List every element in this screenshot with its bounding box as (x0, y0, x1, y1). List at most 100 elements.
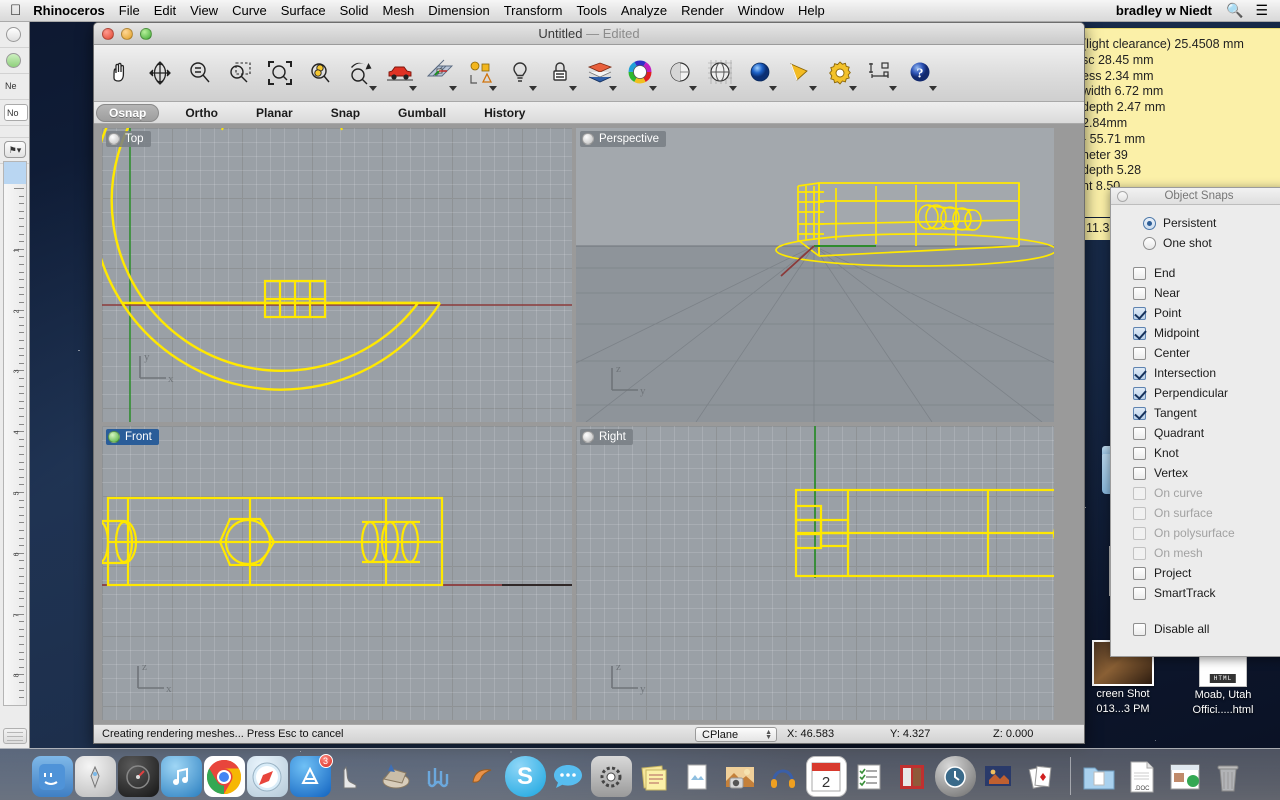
dock-item-app-store[interactable]: 3 (290, 756, 331, 797)
snap-checkbox-list[interactable]: End Near Point Midpoint Center Intersect… (1111, 257, 1280, 639)
checkbox-icon[interactable] (1133, 367, 1146, 380)
dock-item-boomerang[interactable] (462, 756, 503, 797)
menu-curve[interactable]: Curve (232, 3, 267, 18)
dock-item-photo-booth[interactable] (892, 756, 933, 797)
named-views-tool[interactable] (380, 48, 420, 98)
checkbox-end[interactable]: End (1133, 263, 1280, 283)
zoom-selected-tool[interactable] (300, 48, 340, 98)
viewport-right[interactable]: z y Right (576, 426, 1054, 720)
menu-tools[interactable]: Tools (576, 3, 606, 18)
dock-item-launchpad[interactable] (75, 756, 116, 797)
checkbox-icon[interactable] (1133, 587, 1146, 600)
macos-menubar[interactable]:  Rhinoceros File Edit View Curve Surfac… (0, 0, 1280, 22)
viewport-tab-front[interactable]: Front (106, 429, 159, 445)
checkbox-knot[interactable]: Knot (1133, 443, 1280, 463)
checkbox-quadrant[interactable]: Quadrant (1133, 423, 1280, 443)
dock-item-calendar[interactable]: 2 (806, 756, 847, 797)
object-snaps-panel[interactable]: Object Snaps Persistent One shot End Nea… (1110, 187, 1280, 657)
dock-item-messages[interactable] (548, 756, 589, 797)
lights-tool[interactable] (500, 48, 540, 98)
toggle-osnap[interactable]: Osnap (96, 104, 159, 122)
rotate-view-tool[interactable] (140, 48, 180, 98)
dock-item-preview[interactable] (677, 756, 718, 797)
dock-item-documents-folder[interactable] (1079, 756, 1120, 797)
checkbox-disable-all[interactable]: Disable all (1133, 619, 1280, 639)
scroll-pad[interactable] (3, 728, 27, 744)
toggle-history[interactable]: History (484, 106, 525, 120)
checkbox-icon[interactable] (1133, 407, 1146, 420)
viewport-top[interactable]: y x Top (102, 128, 572, 422)
menu-render[interactable]: Render (681, 3, 724, 18)
menu-edit[interactable]: Edit (154, 3, 176, 18)
undo-view-change-tool[interactable] (340, 48, 380, 98)
dock-item-safari[interactable] (247, 756, 288, 797)
cplane-dropdown[interactable]: CPlane ▲ ▼ (695, 727, 777, 742)
checkbox-smarttrack[interactable]: SmartTrack (1133, 583, 1280, 603)
shaded-display-tool[interactable] (660, 48, 700, 98)
radio-one-shot[interactable]: One shot (1143, 233, 1280, 253)
menu-transform[interactable]: Transform (504, 3, 563, 18)
dock-item-reminders[interactable] (849, 756, 890, 797)
macos-dock[interactable]: 3 S 2 .DOC (0, 748, 1280, 800)
snap-toggle-bar[interactable]: Osnap Ortho Planar Snap Gumball History (94, 102, 1084, 124)
checkbox-tangent[interactable]: Tangent (1133, 403, 1280, 423)
window-titlebar[interactable]: Untitled — Edited (94, 23, 1084, 45)
viewport-perspective[interactable]: z y Perspective (576, 128, 1054, 422)
checkbox-icon[interactable] (1133, 447, 1146, 460)
menu-help[interactable]: Help (798, 3, 825, 18)
view-toolbar[interactable]: ? (94, 45, 1084, 102)
menu-window[interactable]: Window (738, 3, 784, 18)
checkbox-icon[interactable] (1133, 623, 1146, 636)
menu-app-name[interactable]: Rhinoceros (33, 3, 105, 18)
checkbox-icon[interactable] (1133, 567, 1146, 580)
dock-item-waves[interactable] (419, 756, 460, 797)
viewport-tab-right[interactable]: Right (580, 429, 633, 445)
checkbox-icon[interactable] (1133, 467, 1146, 480)
radio-icon[interactable] (1143, 217, 1156, 230)
menu-surface[interactable]: Surface (281, 3, 326, 18)
menu-mesh[interactable]: Mesh (383, 3, 415, 18)
bgwin-field[interactable]: No (4, 104, 28, 121)
rendered-display-tool[interactable] (740, 48, 780, 98)
menu-analyze[interactable]: Analyze (621, 3, 667, 18)
notification-center-icon[interactable]: ☰ (1255, 2, 1268, 19)
lock-object-tool[interactable] (540, 48, 580, 98)
checkbox-icon[interactable] (1133, 347, 1146, 360)
menu-dimension[interactable]: Dimension (428, 3, 489, 18)
search-icon[interactable]: 🔍 (1226, 2, 1243, 19)
checkbox-project[interactable]: Project (1133, 563, 1280, 583)
render-preview-tool[interactable] (780, 48, 820, 98)
menu-file[interactable]: File (119, 3, 140, 18)
zoom-extents-tool[interactable] (260, 48, 300, 98)
dock-item-trash[interactable] (1208, 756, 1249, 797)
render-settings-tool[interactable] (820, 48, 860, 98)
toggle-snap[interactable]: Snap (331, 106, 360, 120)
help-tool[interactable]: ? (900, 48, 940, 98)
snap-mode-group[interactable]: Persistent One shot (1111, 205, 1280, 257)
toggle-ortho[interactable]: Ortho (185, 106, 218, 120)
dock-item-itunes[interactable] (161, 756, 202, 797)
checkbox-near[interactable]: Near (1133, 283, 1280, 303)
dock-item-rhinoceros[interactable] (376, 756, 417, 797)
zoom-in-out-tool[interactable] (180, 48, 220, 98)
viewport-tab-top[interactable]: Top (106, 131, 151, 147)
checkbox-center[interactable]: Center (1133, 343, 1280, 363)
background-window-strip[interactable]: Ne No ⚑▾ 12345678 (0, 22, 30, 748)
dock-item-iphoto[interactable] (720, 756, 761, 797)
checkbox-point[interactable]: Point (1133, 303, 1280, 323)
apple-icon[interactable]:  (10, 3, 21, 18)
radio-icon[interactable] (1143, 237, 1156, 250)
dock-item-stickies[interactable] (634, 756, 675, 797)
toggle-gumball[interactable]: Gumball (398, 106, 446, 120)
dimension-tool[interactable] (860, 48, 900, 98)
dock-item-system-preferences[interactable] (591, 756, 632, 797)
zoom-window-tool[interactable] (220, 48, 260, 98)
checkbox-icon[interactable] (1133, 387, 1146, 400)
dock-item-skype[interactable]: S (505, 756, 546, 797)
checkbox-icon[interactable] (1133, 267, 1146, 280)
dock-item-boots[interactable] (333, 756, 374, 797)
checkbox-intersection[interactable]: Intersection (1133, 363, 1280, 383)
dock-item-cards[interactable] (1021, 756, 1062, 797)
object-properties-tool[interactable] (460, 48, 500, 98)
dock-item-chrome[interactable] (204, 756, 245, 797)
